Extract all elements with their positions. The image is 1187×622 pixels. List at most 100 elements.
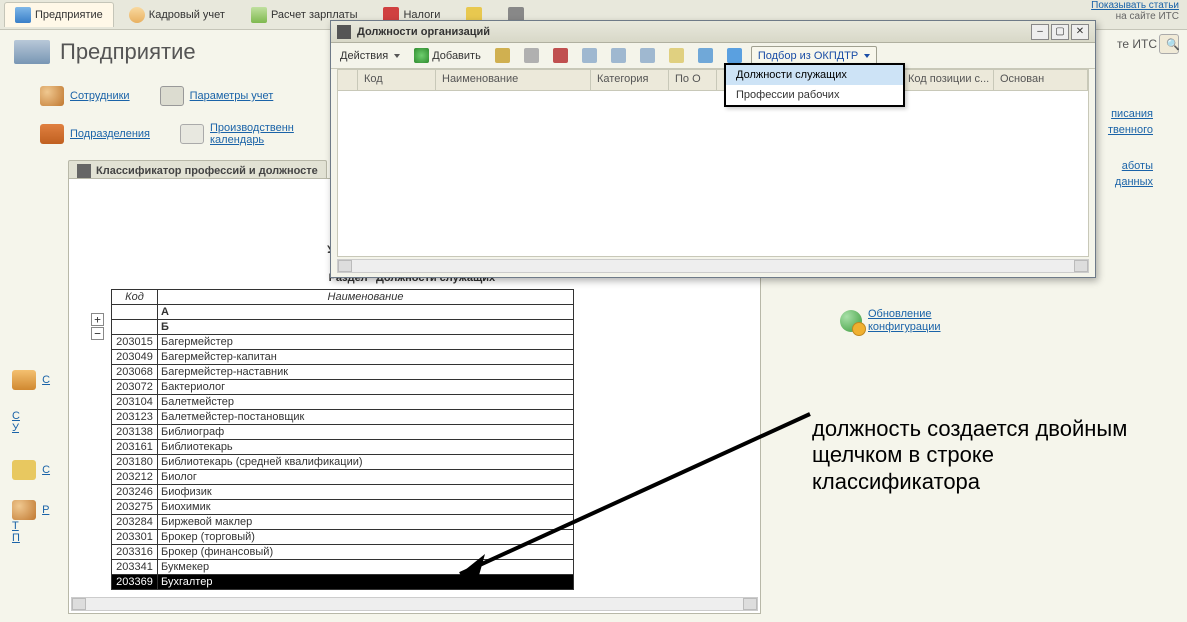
link-text[interactable]: Подразделения <box>70 128 150 140</box>
link-frag[interactable]: аботы <box>1122 160 1153 172</box>
people-icon <box>12 500 36 520</box>
table-row[interactable]: 203301Брокер (торговый) <box>112 530 574 545</box>
table-row[interactable]: 203284Биржевой маклер <box>112 515 574 530</box>
menu-positions[interactable]: Должности служащих <box>726 65 903 85</box>
link-prod-calendar[interactable]: Производственн календарь <box>180 122 294 146</box>
table-row[interactable]: 203316Брокер (финансовый) <box>112 545 574 560</box>
group-row[interactable]: А <box>112 305 574 320</box>
cell-code: 203316 <box>112 545 158 560</box>
delete-button[interactable] <box>548 46 573 66</box>
scroll-right-button[interactable] <box>1074 260 1088 272</box>
menu-professions[interactable]: Профессии рабочих <box>726 85 903 105</box>
filter-button[interactable] <box>577 46 602 66</box>
tab-hr[interactable]: Кадровый учет <box>118 2 236 27</box>
stub-link[interactable]: П <box>12 532 20 544</box>
col-basis[interactable]: Основан <box>994 70 1088 90</box>
cell-name: Бухгалтер <box>158 575 574 590</box>
update-config[interactable]: Обновление конфигурации <box>840 308 941 334</box>
link-text[interactable]: Сотрудники <box>70 90 130 102</box>
tab-enterprise[interactable]: Предприятие <box>4 2 114 27</box>
col-marker[interactable] <box>338 70 358 90</box>
update-link[interactable]: Обновление <box>868 308 932 320</box>
table-row[interactable]: 203341Букмекер <box>112 560 574 575</box>
link-frag[interactable]: данных <box>1115 176 1153 188</box>
col-ok[interactable]: По О <box>669 70 717 90</box>
stub-link[interactable]: У <box>12 422 19 434</box>
link-accounting-params[interactable]: Параметры учет <box>160 86 274 106</box>
maximize-button[interactable]: ▢ <box>1051 24 1069 40</box>
its-search: те ИТС 🔍 <box>1117 34 1179 54</box>
scroll-left-button[interactable] <box>338 260 352 272</box>
table-row[interactable]: 203015Багермейстер <box>112 335 574 350</box>
link-frag[interactable]: писания <box>1111 108 1153 120</box>
dialog-titlebar[interactable]: Должности организаций – ▢ ✕ <box>331 21 1095 43</box>
col-position-code[interactable]: Код позиции с... <box>902 70 994 90</box>
cell-code: 203275 <box>112 500 158 515</box>
col-code[interactable]: Код <box>358 70 436 90</box>
dialog-title: Должности организаций <box>357 26 1029 38</box>
table-row[interactable]: 203123Балетмейстер-постановщик <box>112 410 574 425</box>
help-icon <box>727 48 742 63</box>
link-employees[interactable]: Сотрудники <box>40 86 130 106</box>
h-scrollbar[interactable] <box>71 597 758 611</box>
table-row[interactable]: 203369Бухгалтер <box>112 575 574 590</box>
tree-expand-plus[interactable]: + <box>91 313 104 326</box>
cell-code: 203284 <box>112 515 158 530</box>
stub-link[interactable]: С <box>42 374 50 386</box>
refresh-button[interactable] <box>693 46 718 66</box>
scroll-left-button[interactable] <box>72 598 86 610</box>
filter2-button[interactable] <box>635 46 660 66</box>
table-row[interactable]: 203161Библиотекарь <box>112 440 574 455</box>
departments-icon <box>40 124 64 144</box>
edit-button[interactable] <box>490 46 515 66</box>
table-row[interactable]: 203104Балетмейстер <box>112 395 574 410</box>
table-row[interactable]: 203212Биолог <box>112 470 574 485</box>
copy-button[interactable] <box>519 46 544 66</box>
sort-button[interactable] <box>606 46 631 66</box>
search-button[interactable]: 🔍 <box>1159 34 1179 54</box>
cell-code: 203068 <box>112 365 158 380</box>
table-row[interactable]: 203180Библиотекарь (средней квалификации… <box>112 455 574 470</box>
stub-link[interactable]: С <box>12 410 20 422</box>
col-name[interactable]: Наименование <box>436 70 591 90</box>
positions-dialog: Должности организаций – ▢ ✕ Действия Доб… <box>330 20 1096 278</box>
stub-link[interactable]: Р <box>42 504 49 516</box>
close-button[interactable]: ✕ <box>1071 24 1089 40</box>
minimize-button[interactable]: – <box>1031 24 1049 40</box>
actions-menu[interactable]: Действия <box>335 46 405 66</box>
cell-code: 203104 <box>112 395 158 410</box>
find-button[interactable] <box>664 46 689 66</box>
table-row[interactable]: 203068Багермейстер-наставник <box>112 365 574 380</box>
stub-rtp: Р Т П <box>12 500 62 544</box>
col-category[interactable]: Категория <box>591 70 669 90</box>
link-text[interactable]: Параметры учет <box>190 90 274 102</box>
edit-icon <box>495 48 510 63</box>
table-row[interactable]: 203246Биофизик <box>112 485 574 500</box>
col-name: Наименование <box>158 290 574 305</box>
link-frag[interactable]: твенного <box>1108 124 1153 136</box>
scroll-right-button[interactable] <box>743 598 757 610</box>
hr-icon <box>129 7 145 23</box>
stub-link[interactable]: Т <box>12 520 19 532</box>
table-row[interactable]: 203138Библиограф <box>112 425 574 440</box>
table-row[interactable]: 203275Биохимик <box>112 500 574 515</box>
link-text[interactable]: календарь <box>210 134 264 146</box>
dialog-h-scrollbar[interactable] <box>337 259 1089 273</box>
table-row[interactable]: 203049Багермейстер-капитан <box>112 350 574 365</box>
cell-name: Биржевой маклер <box>158 515 574 530</box>
link-departments[interactable]: Подразделения <box>40 122 150 146</box>
cell-name: Багермейстер-капитан <box>158 350 574 365</box>
cell-name: Биохимик <box>158 500 574 515</box>
its-link[interactable]: Показывать статьи <box>1091 0 1179 11</box>
tree-collapse-minus[interactable]: − <box>91 327 104 340</box>
group-row[interactable]: Б <box>112 320 574 335</box>
stub-icon <box>12 370 36 390</box>
link-text[interactable]: Производственн <box>210 122 294 134</box>
cell-name: Библиотекарь <box>158 440 574 455</box>
update-link[interactable]: конфигурации <box>868 321 941 333</box>
add-button[interactable]: Добавить <box>409 46 486 66</box>
find-icon <box>669 48 684 63</box>
stub-link[interactable]: С <box>42 464 50 476</box>
table-row[interactable]: 203072Бактериолог <box>112 380 574 395</box>
grid-body[interactable] <box>337 91 1089 257</box>
